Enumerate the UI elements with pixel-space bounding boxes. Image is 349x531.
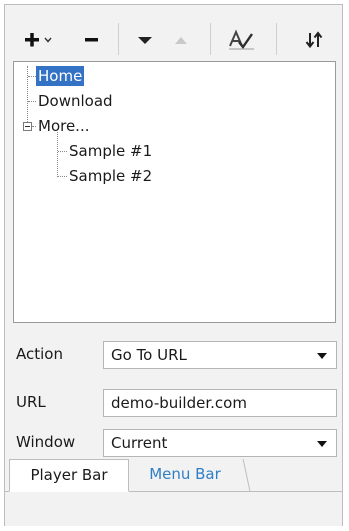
toolbar-separator (210, 23, 211, 55)
tree-item-home[interactable]: Home (36, 66, 85, 86)
move-down-button[interactable] (133, 27, 157, 53)
chevron-down-icon (317, 353, 327, 359)
toolbar-separator (118, 23, 119, 55)
sort-icon (305, 31, 323, 49)
toolbar-separator (276, 23, 277, 55)
tree-connector (32, 126, 36, 127)
window-select[interactable]: Current (103, 429, 337, 457)
remove-item-button[interactable] (81, 27, 103, 53)
tab-menu-bar[interactable]: Menu Bar (129, 459, 241, 491)
sort-button[interactable] (301, 27, 327, 53)
tree-item-sample-1[interactable]: Sample #1 (69, 141, 152, 161)
tree-connector (58, 176, 67, 177)
chevron-down-icon (317, 441, 327, 447)
tree-item-sample-2[interactable]: Sample #2 (69, 166, 152, 186)
url-field[interactable]: demo-builder.com (103, 389, 337, 417)
window-value: Current (111, 434, 168, 452)
tree-connector (28, 101, 36, 102)
tree-item-download[interactable]: Download (38, 91, 113, 111)
url-label: URL (16, 393, 46, 411)
menu-tree[interactable]: Home Download More... Sample #1 Sample #… (13, 61, 336, 323)
add-item-button[interactable] (23, 27, 59, 53)
collapse-icon[interactable] (23, 122, 32, 131)
move-up-icon (175, 37, 187, 44)
tree-connector (28, 76, 36, 77)
tree-item-more[interactable]: More... (38, 116, 90, 136)
spell-check-button[interactable] (227, 27, 257, 53)
action-select[interactable]: Go To URL (103, 341, 337, 369)
menu-editor-panel: Home Download More... Sample #1 Sample #… (4, 4, 343, 526)
tab-strip-footer (5, 492, 342, 526)
add-dropdown-icon (25, 33, 52, 47)
move-up-button[interactable] (169, 27, 193, 53)
tree-connector (57, 132, 58, 177)
move-down-icon (138, 37, 152, 44)
action-value: Go To URL (111, 346, 187, 364)
action-label: Action (16, 345, 63, 363)
toolbar (5, 5, 342, 61)
window-label: Window (16, 433, 76, 451)
remove-icon (85, 38, 98, 42)
tab-player-bar[interactable]: Player Bar (9, 459, 129, 492)
tree-connector (58, 151, 67, 152)
url-value: demo-builder.com (111, 394, 247, 412)
spell-check-icon (229, 29, 254, 50)
